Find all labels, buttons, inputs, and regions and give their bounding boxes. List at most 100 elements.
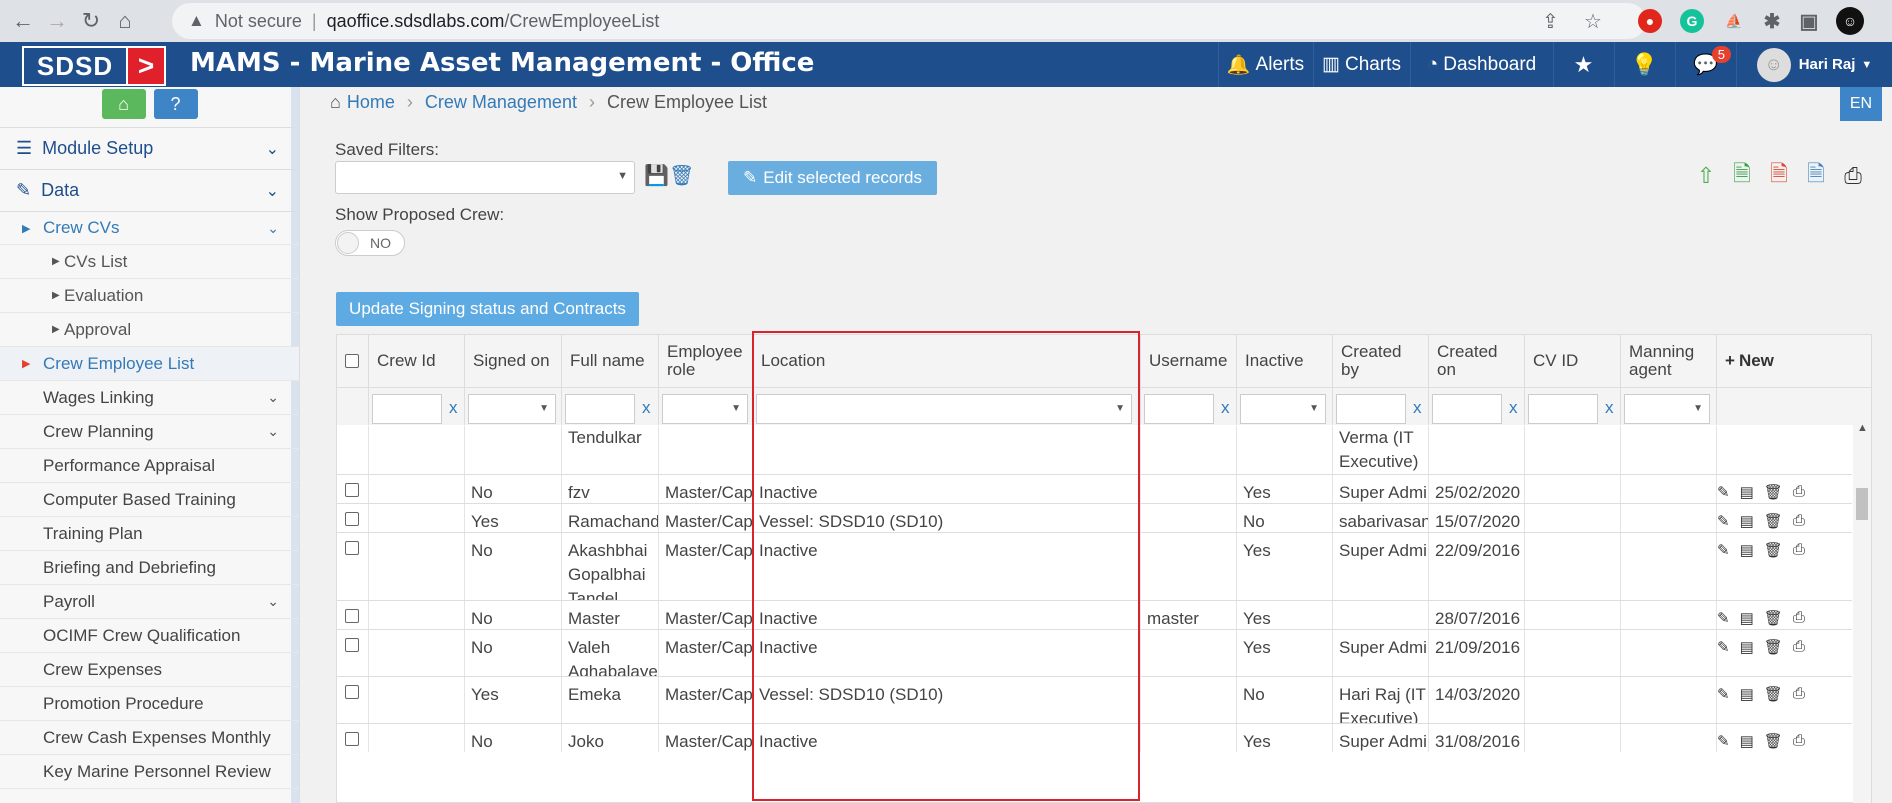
clear-filter-icon[interactable]: x (1221, 398, 1230, 418)
forward-icon[interactable]: → (40, 4, 74, 38)
filter-crew-id-input[interactable] (372, 394, 442, 424)
address-bar[interactable]: ▲ Not secure | qaoffice.sdsdlabs.com /Cr… (172, 3, 1646, 39)
save-filter-icon[interactable]: 💾 (644, 163, 669, 188)
edit-icon[interactable]: ✎ (1717, 685, 1730, 703)
clear-filter-icon[interactable]: x (642, 398, 651, 418)
column-created-on[interactable]: Created on (1429, 335, 1525, 387)
extension-boat-icon[interactable]: ⛵ (1722, 9, 1746, 33)
filter-created-on-input[interactable] (1432, 394, 1502, 424)
update-signing-status-button[interactable]: Update Signing status and Contracts (336, 292, 639, 326)
star-bookmark-icon[interactable]: ☆ (1584, 9, 1602, 34)
delete-icon[interactable]: 🗑 (1764, 732, 1783, 750)
company-logo[interactable]: SDSD > (22, 46, 166, 86)
grid-scrollbar[interactable]: ▲ (1853, 420, 1871, 803)
new-record-button[interactable]: + New (1717, 335, 1871, 387)
column-created-by[interactable]: Created by (1333, 335, 1429, 387)
print-icon[interactable]: ⎙ (1793, 512, 1805, 530)
details-icon[interactable]: ▤ (1740, 512, 1754, 530)
delete-icon[interactable]: 🗑 (1764, 638, 1783, 656)
details-icon[interactable]: ▤ (1740, 638, 1754, 656)
sidebar-item[interactable]: Crew Planning ⌄ (0, 415, 299, 449)
sidebar-sub-approval[interactable]: ▶ Approval (0, 313, 299, 347)
edit-icon[interactable]: ✎ (1717, 732, 1730, 750)
clear-filter-icon[interactable]: x (449, 398, 458, 418)
extension-red-icon[interactable]: ● (1638, 9, 1662, 33)
home-button[interactable]: ⌂ (101, 89, 146, 119)
delete-icon[interactable]: 🗑 (1764, 541, 1783, 559)
sidebar-section-module-setup[interactable]: ☰ Module Setup ⌄ (0, 127, 299, 169)
clear-filter-icon[interactable]: x (1605, 398, 1614, 418)
puzzle-extensions-icon[interactable]: ✱ (1760, 9, 1784, 33)
column-crew-id[interactable]: Crew Id (369, 335, 465, 387)
delete-filter-icon[interactable]: 🗑 (669, 163, 694, 188)
edit-icon[interactable]: ✎ (1717, 609, 1730, 627)
sidebar-item[interactable]: Payroll ⌄ (0, 585, 299, 619)
tips-button[interactable]: 💡 (1614, 42, 1674, 87)
row-checkbox[interactable] (345, 685, 359, 699)
print-icon[interactable]: ⎙ (1793, 732, 1805, 750)
sidebar-item[interactable]: Briefing and Debriefing (0, 551, 299, 585)
row-checkbox[interactable] (345, 483, 359, 497)
delete-icon[interactable]: 🗑 (1764, 685, 1783, 703)
user-menu[interactable]: ☺ Hari Raj ▼ (1736, 42, 1892, 87)
reload-icon[interactable]: ↻ (74, 4, 108, 38)
print-icon[interactable]: ⎙ (1839, 162, 1867, 190)
excel-export-icon[interactable]: 🗎 (1728, 161, 1756, 190)
share-icon[interactable]: ⇪ (1542, 9, 1559, 34)
details-icon[interactable]: ▤ (1740, 483, 1754, 501)
print-icon[interactable]: ⎙ (1793, 609, 1805, 627)
sidebar-item[interactable]: Key Marine Personnel Review (0, 755, 299, 789)
filter-employee-role-select[interactable]: ▼ (662, 394, 748, 424)
sidebar-item[interactable]: OCIMF Crew Qualification (0, 619, 299, 653)
filter-created-by-input[interactable] (1336, 394, 1406, 424)
filter-cv-id-input[interactable] (1528, 394, 1598, 424)
column-full-name[interactable]: Full name (562, 335, 659, 387)
alerts-button[interactable]: 🔔 Alerts (1218, 42, 1312, 87)
sidebar-sub-evaluation[interactable]: ▶ Evaluation (0, 279, 299, 313)
sidebar-item[interactable]: Training Plan (0, 517, 299, 551)
xml-export-icon[interactable]: 🗎 (1802, 161, 1830, 190)
edit-icon[interactable]: ✎ (1717, 483, 1730, 501)
pdf-export-icon[interactable]: 🗎 (1765, 161, 1793, 190)
edit-icon[interactable]: ✎ (1717, 541, 1730, 559)
delete-icon[interactable]: 🗑 (1764, 483, 1783, 501)
column-username[interactable]: Username (1141, 335, 1237, 387)
saved-filters-select[interactable]: ▼ (335, 161, 635, 194)
sidebar-section-data[interactable]: ✎ Data ⌄ (0, 169, 299, 211)
print-icon[interactable]: ⎙ (1793, 541, 1805, 559)
sidebar-item[interactable]: Wages Linking ⌄ (0, 381, 299, 415)
details-icon[interactable]: ▤ (1740, 541, 1754, 559)
dashboard-button[interactable]: ◔ Dashboard (1410, 42, 1552, 87)
details-icon[interactable]: ▤ (1740, 732, 1754, 750)
print-icon[interactable]: ⎙ (1793, 483, 1805, 501)
print-icon[interactable]: ⎙ (1793, 638, 1805, 656)
edit-selected-records-button[interactable]: ✎ Edit selected records (728, 161, 937, 195)
details-icon[interactable]: ▤ (1740, 685, 1754, 703)
filter-signed-on-select[interactable]: ▼ (468, 394, 556, 424)
print-icon[interactable]: ⎙ (1793, 685, 1805, 703)
delete-icon[interactable]: 🗑 (1764, 512, 1783, 530)
column-employee-role[interactable]: Employee role (659, 335, 753, 387)
sidebar-item[interactable]: Promotion Procedure (0, 687, 299, 721)
column-inactive[interactable]: Inactive (1237, 335, 1333, 387)
sidebar-sub-cvs-list[interactable]: ▶ CVs List (0, 245, 299, 279)
row-checkbox[interactable] (345, 732, 359, 746)
details-icon[interactable]: ▤ (1740, 609, 1754, 627)
edit-icon[interactable]: ✎ (1717, 512, 1730, 530)
column-cv-id[interactable]: CV ID (1525, 335, 1621, 387)
column-signed-on[interactable]: Signed on (465, 335, 562, 387)
delete-icon[interactable]: 🗑 (1764, 609, 1783, 627)
favorites-button[interactable]: ★ (1553, 42, 1613, 87)
home-icon[interactable]: ⌂ (108, 4, 142, 38)
breadcrumb-crew-management[interactable]: Crew Management (425, 92, 577, 113)
row-checkbox[interactable] (345, 638, 359, 652)
filter-manning-agent-select[interactable]: ▼ (1624, 394, 1710, 424)
show-proposed-crew-toggle[interactable]: NO (335, 230, 405, 256)
sidebar-item[interactable]: Performance Appraisal (0, 449, 299, 483)
upload-icon[interactable]: ⇧ (1692, 162, 1720, 190)
sidebar-item[interactable]: Computer Based Training (0, 483, 299, 517)
charts-button[interactable]: ▥ Charts (1313, 42, 1409, 87)
sidepanel-icon[interactable]: ▣ (1797, 9, 1821, 33)
sidebar-item-crew-cvs[interactable]: ▶ Crew CVs ⌄ (0, 211, 299, 245)
help-button[interactable]: ? (153, 89, 198, 119)
